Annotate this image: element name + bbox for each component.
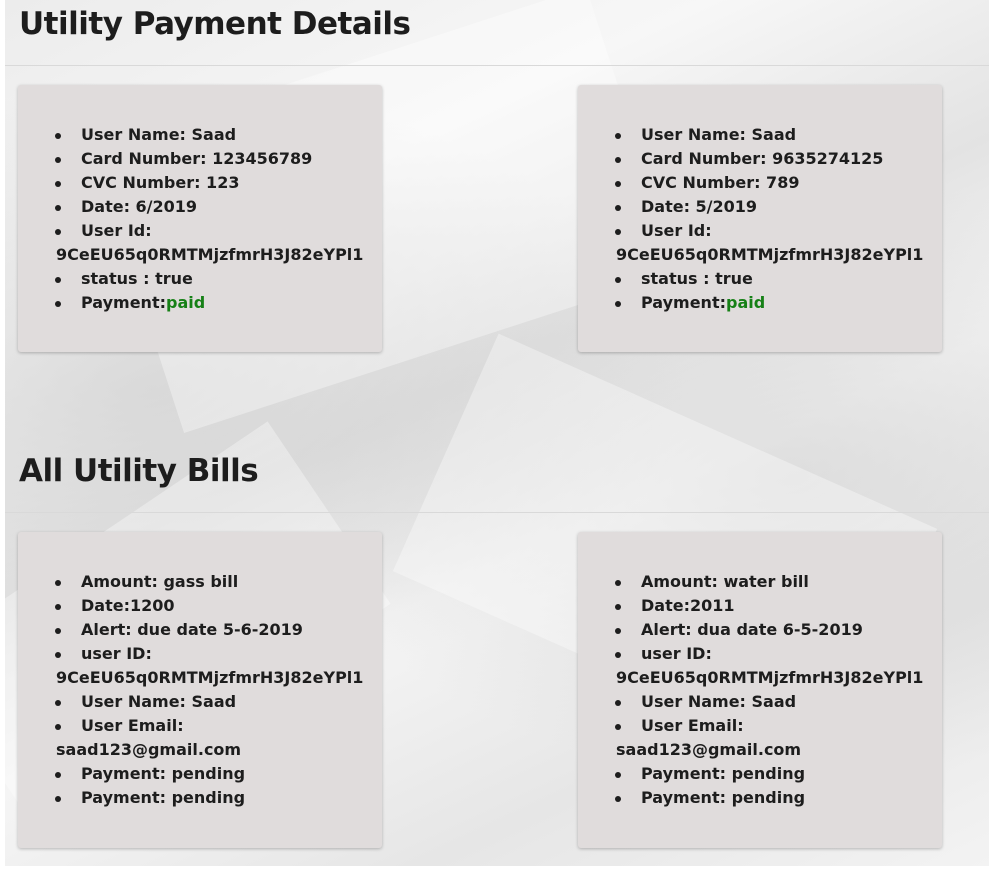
- payment-label: Payment:: [641, 293, 726, 312]
- user-id-label: user ID:: [81, 644, 152, 663]
- user-name-item: User Name: Saad: [578, 690, 942, 714]
- user-id-label: user ID:: [641, 644, 712, 663]
- payment-card: User Name: Saad Card Number: 123456789 C…: [18, 85, 382, 352]
- user-email-label: User Email:: [81, 716, 184, 735]
- cvc-number-item: CVC Number: 789: [578, 171, 942, 195]
- payment-pending-item: Payment: pending: [18, 762, 382, 786]
- bill-card: Amount: water bill Date:2011 Alert: dua …: [578, 532, 942, 848]
- utility-bills-section: All Utility Bills Amount: gass bill Date…: [5, 440, 989, 866]
- utility-bills-title: All Utility Bills: [19, 453, 259, 489]
- payment-card: User Name: Saad Card Number: 9635274125 …: [578, 85, 942, 352]
- user-id-item: user ID: 9CeEU65q0RMTMjzfmrH3J82eYPl1: [18, 642, 382, 690]
- card-number-item: Card Number: 9635274125: [578, 147, 942, 171]
- amount-item: Amount: water bill: [578, 570, 942, 594]
- alert-item: Alert: dua date 6-5-2019: [578, 618, 942, 642]
- payment-paid-value: paid: [166, 293, 206, 312]
- user-email-value: saad123@gmail.com: [616, 740, 802, 759]
- alert-item: Alert: due date 5-6-2019: [18, 618, 382, 642]
- payment-pending-item: Payment: pending: [578, 786, 942, 810]
- amount-item: Amount: gass bill: [18, 570, 382, 594]
- card-number-item: Card Number: 123456789: [18, 147, 382, 171]
- user-email-label: User Email:: [641, 716, 744, 735]
- section-divider: [5, 512, 989, 513]
- payment-pending-item: Payment: pending: [578, 762, 942, 786]
- user-id-label: User Id:: [81, 221, 152, 240]
- bill-details-list: Amount: water bill Date:2011 Alert: dua …: [578, 570, 942, 810]
- bill-card: Amount: gass bill Date:1200 Alert: due d…: [18, 532, 382, 848]
- payment-paid-value: paid: [726, 293, 766, 312]
- payment-status-item: Payment:paid: [18, 291, 382, 315]
- user-id-item: User Id: 9CeEU65q0RMTMjzfmrH3J82eYPl1: [18, 219, 382, 267]
- user-email-item: User Email: saad123@gmail.com: [578, 714, 942, 762]
- status-item: status : true: [18, 267, 382, 291]
- user-email-value: saad123@gmail.com: [56, 740, 242, 759]
- date-item: Date: 6/2019: [18, 195, 382, 219]
- user-id-label: User Id:: [641, 221, 712, 240]
- section-divider: [5, 65, 989, 66]
- user-name-item: User Name: Saad: [578, 123, 942, 147]
- user-name-item: User Name: Saad: [18, 123, 382, 147]
- payment-details-list: User Name: Saad Card Number: 9635274125 …: [578, 123, 942, 315]
- user-id-value: 9CeEU65q0RMTMjzfmrH3J82eYPl1: [616, 668, 924, 687]
- status-item: status : true: [578, 267, 942, 291]
- payment-details-section: Utility Payment Details User Name: Saad …: [5, 0, 989, 440]
- date-item: Date:2011: [578, 594, 942, 618]
- user-id-item: User Id: 9CeEU65q0RMTMjzfmrH3J82eYPl1: [578, 219, 942, 267]
- payment-status-item: Payment:paid: [578, 291, 942, 315]
- date-item: Date:1200: [18, 594, 382, 618]
- payment-pending-item: Payment: pending: [18, 786, 382, 810]
- user-id-value: 9CeEU65q0RMTMjzfmrH3J82eYPl1: [56, 245, 364, 264]
- date-item: Date: 5/2019: [578, 195, 942, 219]
- cvc-number-item: CVC Number: 123: [18, 171, 382, 195]
- user-name-item: User Name: Saad: [18, 690, 382, 714]
- user-email-item: User Email: saad123@gmail.com: [18, 714, 382, 762]
- user-id-value: 9CeEU65q0RMTMjzfmrH3J82eYPl1: [616, 245, 924, 264]
- user-id-item: user ID: 9CeEU65q0RMTMjzfmrH3J82eYPl1: [578, 642, 942, 690]
- payment-details-title: Utility Payment Details: [19, 6, 411, 42]
- payment-details-list: User Name: Saad Card Number: 123456789 C…: [18, 123, 382, 315]
- user-id-value: 9CeEU65q0RMTMjzfmrH3J82eYPl1: [56, 668, 364, 687]
- bill-details-list: Amount: gass bill Date:1200 Alert: due d…: [18, 570, 382, 810]
- payment-label: Payment:: [81, 293, 166, 312]
